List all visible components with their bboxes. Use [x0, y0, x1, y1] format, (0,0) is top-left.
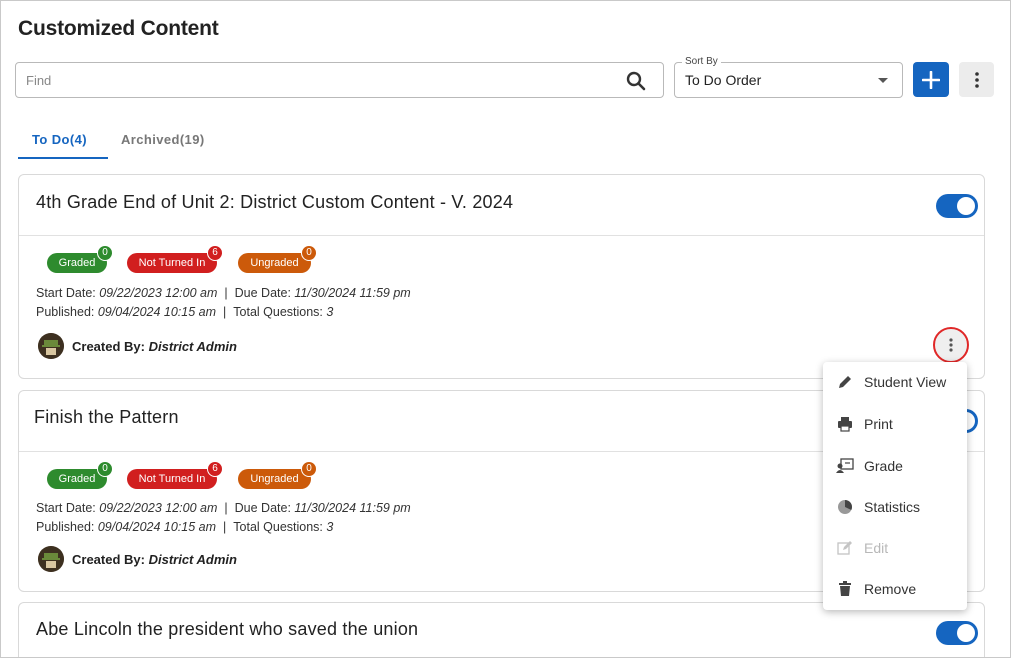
- enable-toggle[interactable]: [936, 621, 978, 645]
- menu-item-statistics[interactable]: Statistics: [823, 489, 967, 525]
- card-title: Finish the Pattern: [34, 407, 179, 427]
- published-line: Published: 09/04/2024 10:15 am | Total Que…: [36, 520, 334, 534]
- menu-item-remove[interactable]: Remove: [823, 571, 967, 607]
- avatar: [38, 546, 64, 572]
- edit-icon: [836, 539, 854, 557]
- search-input[interactable]: [24, 69, 614, 91]
- created-by: Created By: District Admin: [72, 552, 237, 567]
- plus-icon: [922, 70, 940, 89]
- printer-icon: [836, 415, 854, 433]
- search-box[interactable]: [15, 62, 664, 98]
- more-options-button[interactable]: [959, 62, 994, 97]
- published-line: Published: 09/04/2024 10:15 am | Total Que…: [36, 305, 334, 319]
- active-tab-indicator: [18, 157, 108, 159]
- ungraded-count: 0: [301, 245, 317, 261]
- tab-to-do[interactable]: To Do(4): [32, 132, 87, 147]
- creator-avatar-icon: [38, 333, 64, 359]
- menu-item-student-view[interactable]: Student View: [823, 364, 967, 400]
- graded-count: 0: [97, 461, 113, 477]
- not-turned-in-count: 6: [207, 461, 223, 477]
- card-divider: [19, 235, 984, 236]
- page-title: Customized Content: [18, 17, 219, 40]
- ungraded-badge: Ungraded 0: [238, 461, 317, 489]
- tab-archived[interactable]: Archived(19): [121, 132, 205, 147]
- menu-item-print[interactable]: Print: [823, 406, 967, 442]
- graded-badge: Graded 0: [47, 245, 113, 273]
- creator-avatar-icon: [38, 546, 64, 572]
- kebab-icon: [974, 71, 979, 88]
- trash-icon: [836, 580, 854, 598]
- graded-badge: Graded 0: [47, 461, 113, 489]
- card-options-menu: Student View Print Grade Statistics Edit: [823, 362, 967, 610]
- avatar: [38, 333, 64, 359]
- card-options-button[interactable]: [933, 327, 969, 363]
- dates-line: Start Date: 09/22/2023 12:00 am | Due Date…: [36, 286, 411, 300]
- content-card: Abe Lincoln the president who saved the …: [18, 602, 985, 657]
- content-card: 4th Grade End of Unit 2: District Custom…: [18, 174, 985, 379]
- not-turned-in-badge: Not Turned In 6: [127, 245, 223, 273]
- graded-count: 0: [97, 245, 113, 261]
- chevron-down-icon: [878, 78, 888, 83]
- menu-item-edit: Edit: [823, 530, 967, 566]
- sort-by-select[interactable]: Sort By To Do Order: [674, 56, 903, 98]
- kebab-icon: [949, 338, 953, 352]
- add-button[interactable]: [913, 62, 949, 97]
- card-title: 4th Grade End of Unit 2: District Custom…: [36, 192, 514, 212]
- pencil-icon: [836, 373, 854, 391]
- menu-item-grade[interactable]: Grade: [823, 448, 967, 484]
- card-title: Abe Lincoln the president who saved the …: [36, 619, 419, 639]
- enable-toggle[interactable]: [936, 194, 978, 218]
- ungraded-count: 0: [301, 461, 317, 477]
- grade-icon: [836, 457, 854, 475]
- not-turned-in-badge: Not Turned In 6: [127, 461, 223, 489]
- app-frame: Customized Content Sort By To Do Order T…: [0, 0, 1011, 658]
- dates-line: Start Date: 09/22/2023 12:00 am | Due Date…: [36, 501, 411, 515]
- not-turned-in-count: 6: [207, 245, 223, 261]
- sort-by-label: Sort By: [682, 56, 721, 67]
- created-by: Created By: District Admin: [72, 339, 237, 354]
- pie-chart-icon: [836, 498, 854, 516]
- ungraded-badge: Ungraded 0: [238, 245, 317, 273]
- sort-by-value: To Do Order: [685, 72, 762, 88]
- search-icon[interactable]: [626, 71, 646, 91]
